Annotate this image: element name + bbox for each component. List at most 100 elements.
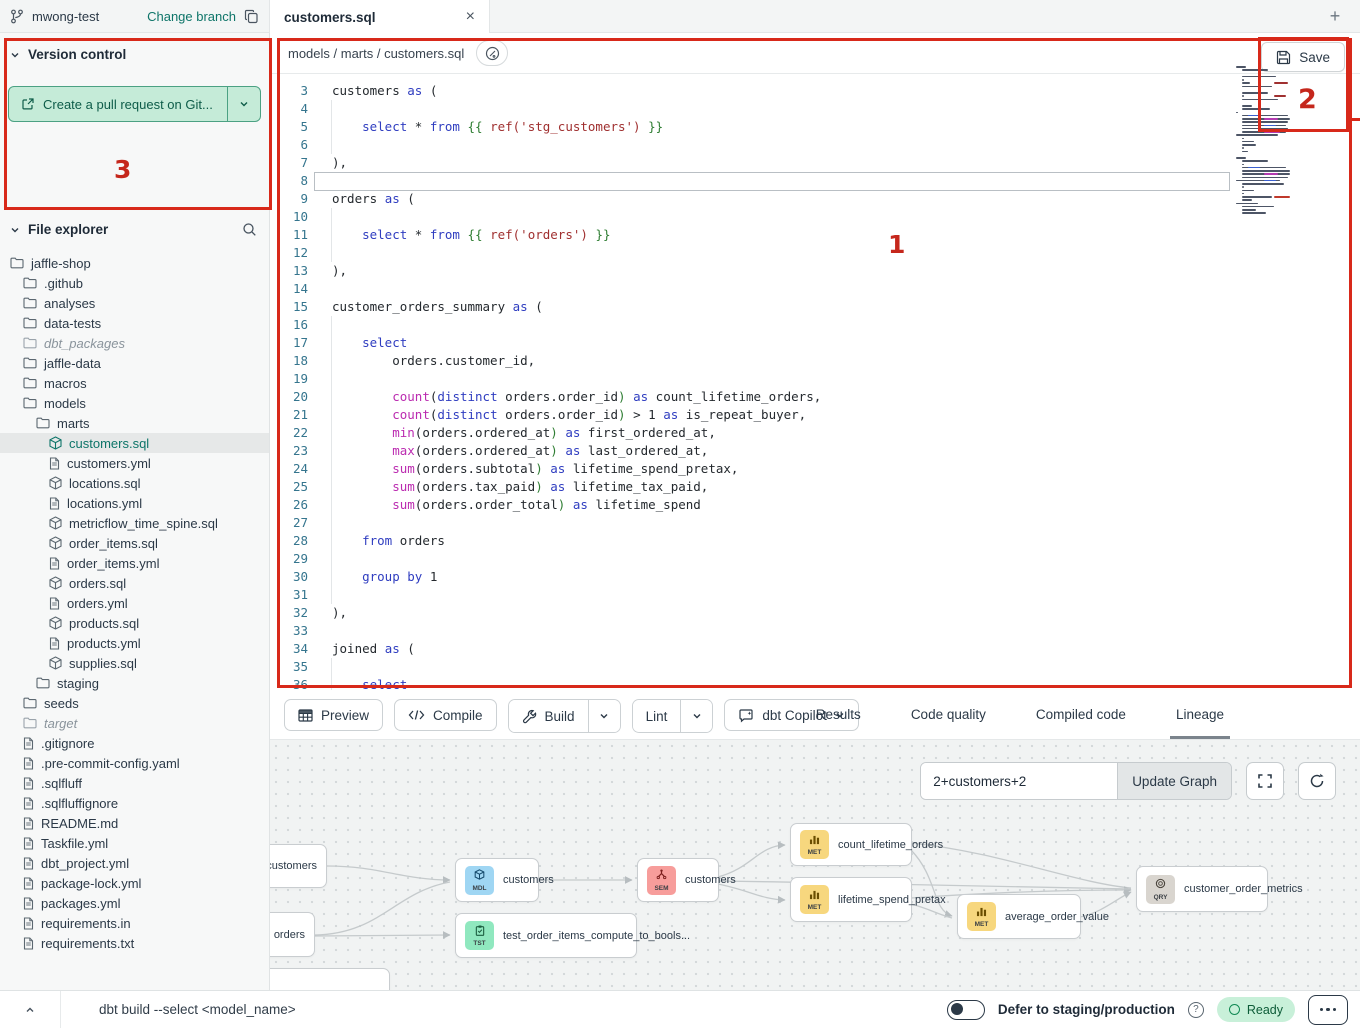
code-line-12[interactable]: 12: [270, 244, 1360, 262]
code-line-21[interactable]: 21 count(distinct orders.order_id) > 1 a…: [270, 406, 1360, 424]
code-line-7[interactable]: 7),: [270, 154, 1360, 172]
code-line-24[interactable]: 24 sum(orders.subtotal) as lifetime_spen…: [270, 460, 1360, 478]
new-tab-button[interactable]: +: [1322, 4, 1348, 30]
code-line-18[interactable]: 18 orders.customer_id,: [270, 352, 1360, 370]
code-line-35[interactable]: 35: [270, 658, 1360, 676]
tree-item--pre-commit-config-yaml[interactable]: .pre-commit-config.yaml: [0, 753, 269, 773]
code-line-31[interactable]: 31: [270, 586, 1360, 604]
lineage-node-customers[interactable]: MDLcustomers: [455, 858, 539, 902]
tree-item-locations-yml[interactable]: locations.yml: [0, 493, 269, 513]
tab-close-icon[interactable]: ×: [466, 9, 475, 25]
tree-item-supplies-sql[interactable]: supplies.sql: [0, 653, 269, 673]
tree-item-readme-md[interactable]: README.md: [0, 813, 269, 833]
code-line-17[interactable]: 17 select: [270, 334, 1360, 352]
tree-item-metricflow-time-spine-sql[interactable]: metricflow_time_spine.sql: [0, 513, 269, 533]
tree-item-order-items-sql[interactable]: order_items.sql: [0, 533, 269, 553]
lineage-node-average-order-value[interactable]: METaverage_order_value: [957, 894, 1081, 939]
code-line-13[interactable]: 13),: [270, 262, 1360, 280]
code-line-14[interactable]: 14: [270, 280, 1360, 298]
lineage-node-customers[interactable]: SEMcustomers: [637, 858, 719, 902]
code-line-23[interactable]: 23 max(orders.ordered_at) as last_ordere…: [270, 442, 1360, 460]
tree-item--sqlfluffignore[interactable]: .sqlfluffignore: [0, 793, 269, 813]
create-pr-main[interactable]: Create a pull request on Git...: [9, 87, 228, 121]
tab-compiled-code[interactable]: Compiled code: [1030, 690, 1132, 739]
create-pr-dropdown[interactable]: [228, 87, 260, 121]
code-line-28[interactable]: 28 from orders: [270, 532, 1360, 550]
code-line-15[interactable]: 15customer_orders_summary as (: [270, 298, 1360, 316]
tree-item-marts[interactable]: marts: [0, 413, 269, 433]
tree-item-staging[interactable]: staging: [0, 673, 269, 693]
code-line-8[interactable]: 8: [270, 172, 1360, 190]
tree-item-requirements-in[interactable]: requirements.in: [0, 913, 269, 933]
code-line-36[interactable]: 36 select: [270, 676, 1360, 690]
tree-item-data-tests[interactable]: data-tests: [0, 313, 269, 333]
code-line-20[interactable]: 20 count(distinct orders.order_id) as co…: [270, 388, 1360, 406]
lineage-node-count-lifetime-orders[interactable]: METcount_lifetime_orders: [790, 823, 912, 866]
change-branch-link[interactable]: Change branch: [147, 9, 236, 24]
copilot-icon[interactable]: [476, 40, 508, 66]
code-line-3[interactable]: 3customers as (: [270, 82, 1360, 100]
code-line-26[interactable]: 26 sum(orders.order_total) as lifetime_s…: [270, 496, 1360, 514]
code-line-22[interactable]: 22 min(orders.ordered_at) as first_order…: [270, 424, 1360, 442]
search-icon[interactable]: [242, 222, 257, 237]
code-area[interactable]: 3customers as (45 select * from {{ ref('…: [270, 74, 1360, 690]
graph-filter-input[interactable]: [921, 763, 1117, 799]
defer-toggle[interactable]: [947, 1000, 985, 1020]
more-options-button[interactable]: [1308, 995, 1348, 1025]
tab-results[interactable]: Results: [810, 690, 867, 739]
tree-item-customers-yml[interactable]: customers.yml: [0, 453, 269, 473]
lineage-node-customer-order-metrics[interactable]: QRYcustomer_order_metrics: [1136, 866, 1268, 912]
tree-item-jaffle-shop[interactable]: jaffle-shop: [0, 253, 269, 273]
tree-item-taskfile-yml[interactable]: Taskfile.yml: [0, 833, 269, 853]
refresh-button[interactable]: [1298, 762, 1336, 800]
compile-button[interactable]: Compile: [394, 699, 497, 731]
tree-item-target[interactable]: target: [0, 713, 269, 733]
tree-item-locations-sql[interactable]: locations.sql: [0, 473, 269, 493]
tree-item-dbt-packages[interactable]: dbt_packages: [0, 333, 269, 353]
tree-item-dbt-project-yml[interactable]: dbt_project.yml: [0, 853, 269, 873]
lineage-node-lifetime-spend-pretax[interactable]: METlifetime_spend_pretax: [790, 877, 912, 922]
code-line-9[interactable]: 9orders as (: [270, 190, 1360, 208]
tree-item-models[interactable]: models: [0, 393, 269, 413]
lint-dropdown[interactable]: [680, 700, 712, 732]
tree-item-analyses[interactable]: analyses: [0, 293, 269, 313]
code-line-25[interactable]: 25 sum(orders.tax_paid) as lifetime_tax_…: [270, 478, 1360, 496]
help-icon[interactable]: ?: [1188, 1002, 1204, 1018]
code-line-29[interactable]: 29: [270, 550, 1360, 568]
code-line-33[interactable]: 33: [270, 622, 1360, 640]
code-line-34[interactable]: 34joined as (: [270, 640, 1360, 658]
tree-item-order-items-yml[interactable]: order_items.yml: [0, 553, 269, 573]
tree-item-customers-sql[interactable]: customers.sql: [0, 433, 269, 453]
version-control-header[interactable]: Version control: [0, 33, 269, 72]
fullscreen-button[interactable]: [1246, 762, 1284, 800]
code-line-5[interactable]: 5 select * from {{ ref('stg_customers') …: [270, 118, 1360, 136]
tree-item--gitignore[interactable]: .gitignore: [0, 733, 269, 753]
tree-item-orders-yml[interactable]: orders.yml: [0, 593, 269, 613]
lineage-node-stg-customers[interactable]: stg_customers: [270, 844, 327, 888]
code-line-16[interactable]: 16: [270, 316, 1360, 334]
copy-icon[interactable]: [244, 9, 259, 24]
code-line-11[interactable]: 11 select * from {{ ref('orders') }}: [270, 226, 1360, 244]
minimap[interactable]: [1234, 66, 1316, 216]
code-line-27[interactable]: 27: [270, 514, 1360, 532]
lineage-node-partial[interactable]: [270, 968, 390, 990]
tree-item-orders-sql[interactable]: orders.sql: [0, 573, 269, 593]
tree-item-seeds[interactable]: seeds: [0, 693, 269, 713]
code-line-32[interactable]: 32),: [270, 604, 1360, 622]
lint-button[interactable]: Lint: [633, 700, 681, 732]
tab-customers-sql[interactable]: customers.sql ×: [270, 0, 490, 34]
lineage-node-orders[interactable]: orders: [270, 912, 315, 957]
create-pr-button[interactable]: Create a pull request on Git...: [8, 86, 261, 122]
code-line-10[interactable]: 10: [270, 208, 1360, 226]
tree-item--github[interactable]: .github: [0, 273, 269, 293]
cli-command-input[interactable]: dbt build --select <model_name>: [99, 1002, 296, 1017]
build-dropdown[interactable]: [588, 700, 620, 732]
collapse-caret-icon[interactable]: [0, 1005, 60, 1015]
code-line-19[interactable]: 19: [270, 370, 1360, 388]
tab-lineage[interactable]: Lineage: [1170, 690, 1230, 739]
code-line-30[interactable]: 30 group by 1: [270, 568, 1360, 586]
tree-item-packages-yml[interactable]: packages.yml: [0, 893, 269, 913]
code-line-4[interactable]: 4: [270, 100, 1360, 118]
build-button[interactable]: Build: [509, 700, 588, 732]
tab-code-quality[interactable]: Code quality: [905, 690, 992, 739]
